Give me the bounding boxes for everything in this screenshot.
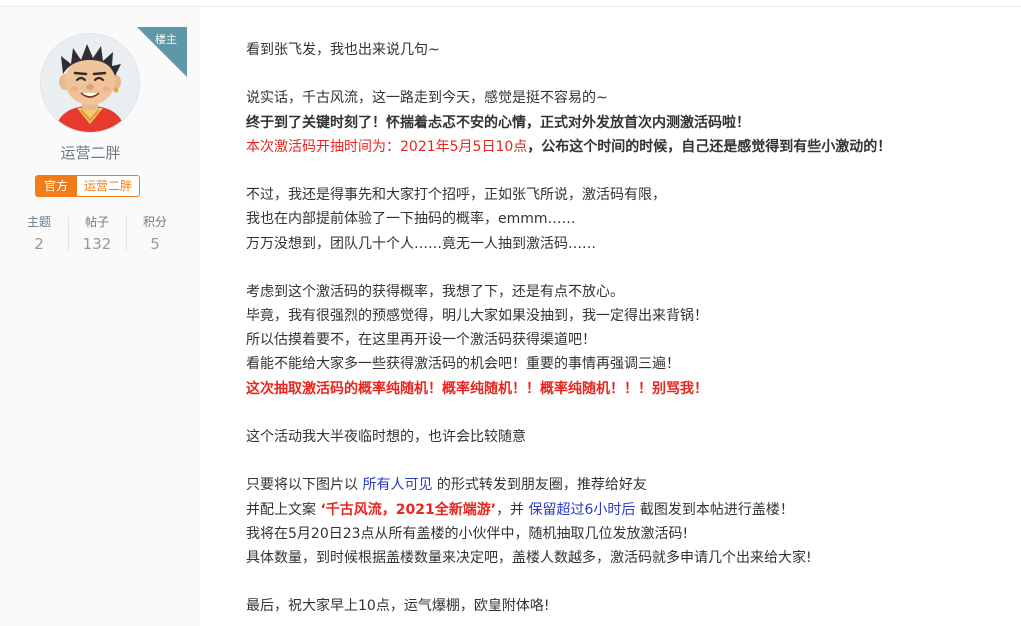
post-line: 我将在5月20日23点从所有盖楼的小伙伴中，随机抽取几位发放激活码! [246, 525, 689, 542]
post-line: 并配上文案 ‘千古风流，2021全新端游’，并 保留超过6小时后 截图发到本帖进… [246, 498, 1006, 522]
author-badges: 官方 运营二胖 [35, 175, 141, 197]
stat-posts[interactable]: 帖子 132 [68, 213, 126, 257]
post-line: 终于到了关键时刻了！怀揣着忐忑不安的心情，正式对外发放首次内测激活码啦！ [246, 114, 750, 131]
avatar[interactable] [41, 34, 139, 132]
stat-points[interactable]: 积分 5 [126, 213, 184, 257]
forum-post: 楼主 运营二胖 官方 运营二胖 主题 2 帖子 132 积分 5 看到张飞发，我… [0, 0, 1021, 626]
highlight-text: 本次激活码开抽时间为：2021年5月5日10点 [246, 138, 528, 155]
post-line: 所以估摸着要不，在这里再开设一个激活码获得渠道吧！ [246, 332, 596, 349]
post-line: 看到张飞发，我也出来说几句~ [246, 42, 440, 58]
post-line: 只要将以下图片以 所有人可见 的形式转发到朋友圈，推荐给好友 [246, 473, 1006, 497]
post-text: ，并 [496, 501, 529, 518]
stat-label: 帖子 [84, 215, 109, 229]
post-text: 并配上文案 [246, 501, 321, 518]
post-line: 我也在内部提前体验了一下抽码的概率，emmm…… [246, 211, 576, 228]
post-text: 截图发到本帖进行盖楼！ [635, 501, 794, 518]
stat-value: 2 [34, 235, 44, 253]
post-line: 这个活动我大半夜临时想的，也许会比较随意 [246, 429, 526, 445]
post-line: 看能不能给大家多一些获得激活码的机会吧！重要的事情再强调三遍！ [246, 356, 680, 373]
highlight-text: 所有人可见 [362, 477, 433, 494]
cartoon-avatar-icon [41, 34, 139, 132]
post-line: 具体数量，到时候根据盖楼数量来决定吧，盖楼人数越多，激活码就多申请几个出来给大家… [246, 549, 812, 566]
thread-starter-ribbon: 楼主 [137, 27, 187, 77]
post-line: 最后，祝大家早上10点，运气爆棚，欧皇附体咯! [246, 598, 550, 615]
group-badge: 运营二胖 [77, 175, 141, 197]
post-line: 本次激活码开抽时间为：2021年5月5日10点，公布这个时间的时候，自己还是感觉… [246, 135, 1006, 159]
post-line: 说实话，千古风流，这一路走到今天，感觉是挺不容易的~ [246, 90, 608, 107]
post-line: 这次抽取激活码的概率纯随机！概率纯随机！！概率纯随机！！！别骂我！ [246, 380, 708, 397]
official-badge: 官方 [35, 175, 78, 197]
stat-label: 主题 [26, 215, 51, 229]
post-text: 只要将以下图片以 [246, 477, 363, 494]
op-badge-label: 楼主 [155, 33, 177, 46]
post-line: 不过，我还是得事先和大家打个招呼，正如张飞所说，激活码有限， [246, 187, 666, 204]
author-name[interactable]: 运营二胖 [0, 142, 181, 163]
post-body: 看到张飞发，我也出来说几句~ 说实话，千古风流，这一路走到今天，感觉是挺不容易的… [246, 38, 1006, 619]
stat-value: 5 [150, 235, 160, 253]
stat-label: 积分 [142, 215, 167, 229]
post-line: 万万没想到，团队几十个人……竟无一人抽到激活码…… [246, 235, 596, 252]
author-stats: 主题 2 帖子 132 积分 5 [10, 213, 184, 257]
post-text: 的形式转发到朋友圈，推荐给好友 [432, 477, 647, 494]
stat-value: 132 [82, 235, 112, 253]
post-text: ，公布这个时间的时候，自己还是感觉得到有些小激动的！ [527, 138, 892, 155]
stat-threads[interactable]: 主题 2 [10, 213, 68, 257]
highlight-text: 保留超过6小时后 [528, 501, 636, 518]
post-line: 毕竟，我有很强烈的预感觉得，明儿大家如果没抽到，我一定得出来背锅！ [246, 308, 708, 325]
post-line: 考虑到这个激活码的获得概率，我想了下，还是有点不放心。 [246, 283, 624, 300]
highlight-text: ‘千古风流，2021全新端游’ [320, 501, 497, 518]
